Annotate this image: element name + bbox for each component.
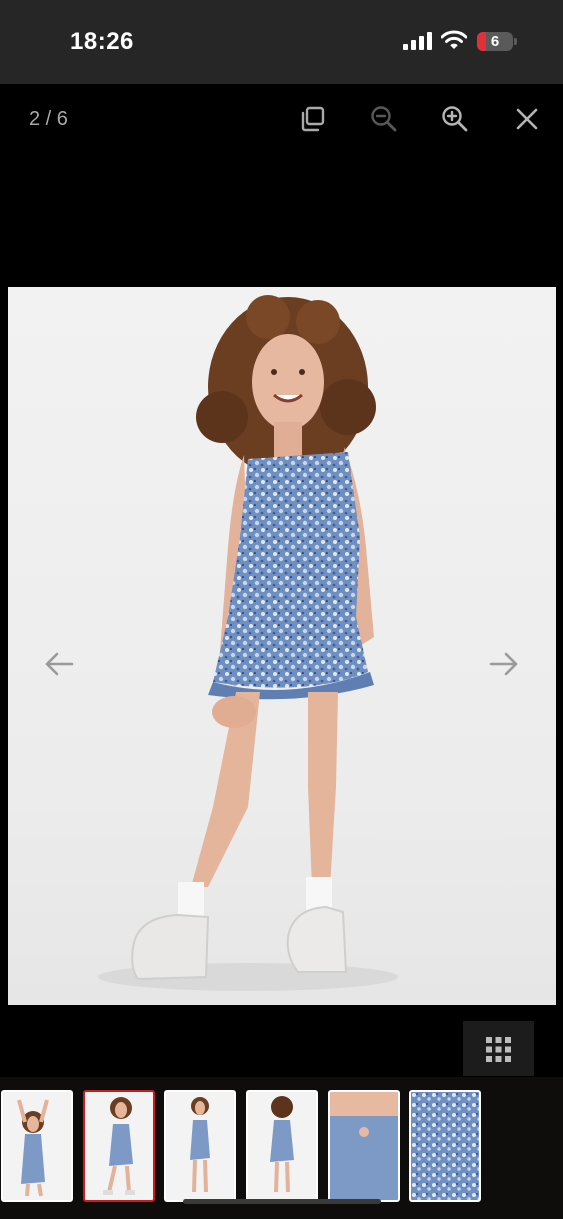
copy-icon[interactable]: [298, 104, 328, 134]
battery-tip: [514, 38, 517, 45]
gallery-toolbar: 2 / 6: [0, 84, 563, 154]
thumbnail-1[interactable]: [1, 1090, 73, 1202]
thumbnail-4[interactable]: [246, 1090, 318, 1202]
image-counter: 2 / 6: [29, 108, 68, 130]
thumbnail-image: [411, 1092, 479, 1200]
thumbnail-5[interactable]: [328, 1090, 400, 1202]
model-in-floral-dress-illustration: [98, 295, 398, 991]
signal-icon: [403, 32, 432, 50]
zoom-in-icon[interactable]: [440, 104, 470, 134]
grid-view-button[interactable]: [463, 1021, 534, 1076]
arrow-right-icon[interactable]: [488, 650, 520, 678]
thumbnail-image: [330, 1092, 398, 1200]
product-image[interactable]: [8, 287, 556, 1005]
thumbnail-2[interactable]: [83, 1090, 155, 1202]
status-bar: 18:26 6: [0, 0, 563, 84]
arrow-left-icon[interactable]: [43, 650, 75, 678]
thumbnail-image: [190, 1097, 210, 1193]
thumbnail-3[interactable]: [164, 1090, 236, 1202]
thumbnail-strip: [0, 1077, 563, 1219]
battery-level: 6: [490, 33, 500, 50]
zoom-out-icon[interactable]: [369, 104, 399, 134]
status-time: 18:26: [70, 28, 134, 55]
wifi-icon: [441, 30, 467, 49]
thumbnail-image: [270, 1096, 294, 1193]
thumbnail-6[interactable]: [409, 1090, 481, 1202]
battery-icon: 6: [477, 32, 513, 51]
grid-icon: [486, 1037, 511, 1062]
thumbnail-image: [103, 1097, 135, 1195]
close-icon[interactable]: [512, 104, 542, 134]
thumbnail-scroll-indicator[interactable]: [183, 1199, 381, 1204]
thumbnail-image: [17, 1099, 49, 1197]
